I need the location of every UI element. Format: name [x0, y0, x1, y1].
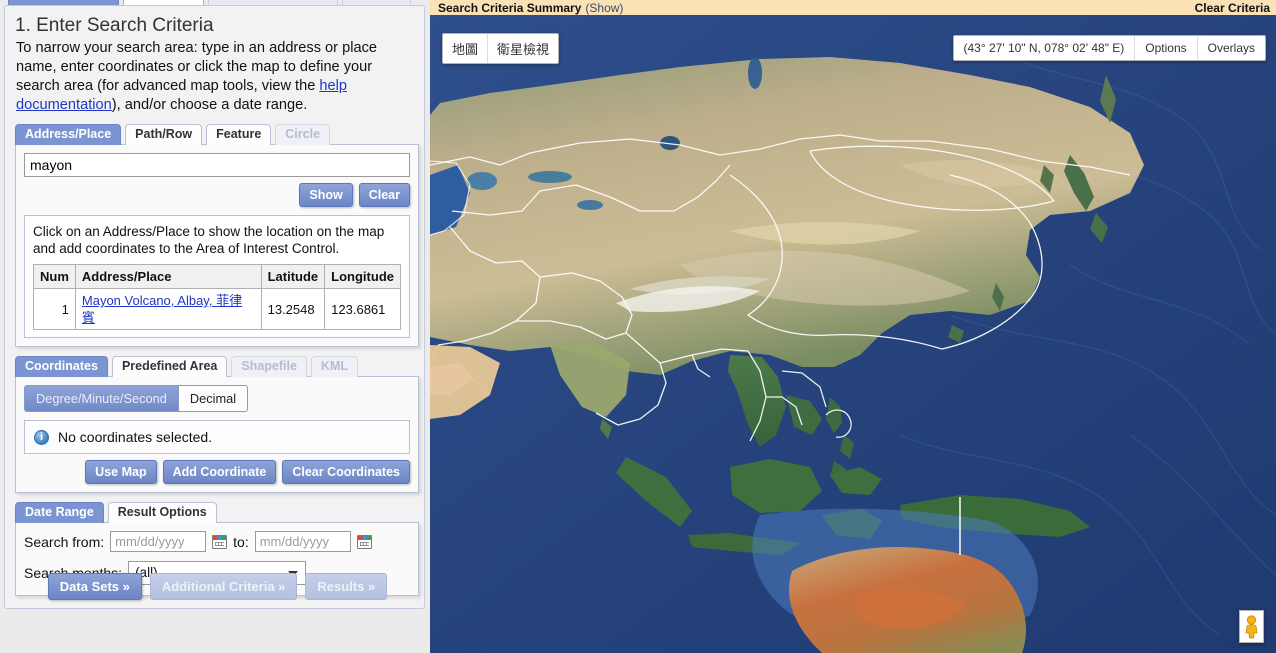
- cursor-coordinates-readout: (43° 27' 10" N, 078° 02' 48" E): [963, 41, 1125, 55]
- tab-path-row[interactable]: Path/Row: [125, 124, 203, 145]
- data-sets-next-button[interactable]: Data Sets »: [47, 573, 142, 600]
- map-area[interactable]: Search Criteria Summary (Show) Clear Cri…: [430, 0, 1276, 653]
- address-tab-body: Show Clear Click on an Address/Place to …: [15, 144, 419, 347]
- tab-circle: Circle: [275, 124, 331, 145]
- map-imagery: [430, 15, 1276, 653]
- search-from-input[interactable]: [110, 531, 207, 552]
- toggle-decimal[interactable]: Decimal: [178, 385, 249, 412]
- coordinate-status-text: No coordinates selected.: [58, 429, 213, 445]
- step-description: To narrow your search area: type in an a…: [16, 39, 416, 115]
- coordinate-format-toggle: Degree/Minute/Second Decimal: [24, 385, 410, 412]
- col-latitude: Latitude: [260, 264, 326, 289]
- show-button[interactable]: Show: [299, 183, 353, 207]
- search-from-label: Search from:: [24, 533, 105, 550]
- table-header-row: Num Address/Place Latitude Longitude: [33, 264, 401, 289]
- coordinate-status-box: i No coordinates selected.: [24, 420, 410, 454]
- aoi-tab-body: Degree/Minute/Second Decimal i No coordi…: [15, 376, 419, 493]
- cell-latitude: 13.2548: [260, 288, 326, 330]
- tab-kml: KML: [310, 356, 358, 377]
- step-description-part2: ), and/or choose a date range.: [111, 97, 308, 113]
- street-view-pegman-icon[interactable]: [1239, 610, 1264, 643]
- table-row[interactable]: 1 Mayon Volcano, Albay, 菲律賓 13.2548 123.…: [33, 288, 401, 330]
- address-place-widget: Address/Place Path/Row Feature Circle Sh…: [15, 124, 419, 347]
- criteria-summary-left: Search Criteria Summary (Show): [438, 1, 623, 15]
- col-longitude: Longitude: [324, 264, 401, 289]
- search-to-input[interactable]: [254, 531, 351, 552]
- date-range-row: Search from: to:: [24, 531, 410, 552]
- page-title: 1. Enter Search Criteria: [15, 15, 214, 36]
- tab-feature[interactable]: Feature: [206, 124, 272, 145]
- wizard-nav-row: Data Sets » Additional Criteria » Result…: [5, 573, 430, 600]
- use-map-button[interactable]: Use Map: [85, 460, 157, 484]
- map-type-roadmap-button[interactable]: 地圖: [443, 34, 487, 63]
- criteria-summary-show-link[interactable]: (Show): [585, 1, 623, 15]
- tab-result-options[interactable]: Result Options: [107, 502, 217, 523]
- address-button-row: Show Clear: [24, 183, 410, 207]
- tab-shapefile: Shapefile: [231, 356, 307, 377]
- map-options-button[interactable]: Options: [1134, 36, 1196, 60]
- add-coordinate-button[interactable]: Add Coordinate: [162, 460, 277, 484]
- aoi-widget: Coordinates Predefined Area Shapefile KM…: [15, 356, 419, 493]
- map-type-satellite-button[interactable]: 衛星檢視: [487, 34, 558, 63]
- tab-date-range[interactable]: Date Range: [15, 502, 104, 523]
- results-next-button: Results »: [305, 573, 388, 600]
- calendar-icon-to[interactable]: [356, 534, 372, 549]
- criteria-summary-title: Search Criteria Summary: [438, 0, 582, 15]
- date-tab-row: Date Range Result Options: [15, 502, 419, 523]
- map-overlays-button[interactable]: Overlays: [1196, 36, 1265, 60]
- map-type-control: 地圖 衛星檢視: [442, 33, 560, 64]
- cell-longitude: 123.6861: [324, 288, 401, 330]
- info-icon: i: [34, 429, 49, 445]
- search-criteria-summary-bar: Search Criteria Summary (Show) Clear Cri…: [430, 0, 1276, 15]
- eros-earthexplorer-app: Search Criteria Data Sets Additional Cri…: [0, 0, 1276, 653]
- satellite-map-canvas[interactable]: [430, 15, 1276, 653]
- toggle-degree-minute-second[interactable]: Degree/Minute/Second: [24, 385, 179, 412]
- address-search-input[interactable]: [24, 153, 410, 177]
- tab-coordinates[interactable]: Coordinates: [15, 356, 108, 377]
- calendar-icon-from[interactable]: [212, 534, 228, 549]
- cell-place: Mayon Volcano, Albay, 菲律賓: [74, 288, 262, 330]
- address-results-hint: Click on an Address/Place to show the lo…: [33, 224, 385, 256]
- criteria-container: 1. Enter Search Criteria To narrow your …: [4, 5, 425, 609]
- additional-criteria-next-button: Additional Criteria »: [149, 573, 298, 600]
- clear-button[interactable]: Clear: [358, 183, 410, 207]
- aoi-tab-row: Coordinates Predefined Area Shapefile KM…: [15, 356, 419, 377]
- col-num: Num: [33, 264, 76, 289]
- address-results-table: Num Address/Place Latitude Longitude 1 M…: [33, 264, 401, 330]
- search-criteria-panel: Search Criteria Data Sets Additional Cri…: [0, 0, 430, 653]
- tab-predefined-area[interactable]: Predefined Area: [111, 356, 228, 377]
- address-place-link[interactable]: Mayon Volcano, Albay, 菲律賓: [82, 293, 242, 325]
- search-to-label: to:: [233, 533, 249, 550]
- pegman-figure: [1245, 614, 1258, 638]
- clear-coordinates-button[interactable]: Clear Coordinates: [282, 460, 410, 484]
- map-top-right-control: (43° 27' 10" N, 078° 02' 48" E) Options …: [952, 35, 1266, 61]
- coordinate-button-row: Use Map Add Coordinate Clear Coordinates: [24, 460, 410, 484]
- tab-address-place[interactable]: Address/Place: [15, 124, 122, 145]
- col-address-place: Address/Place: [74, 264, 262, 289]
- address-results-box: Click on an Address/Place to show the lo…: [24, 215, 410, 338]
- cell-num: 1: [33, 288, 76, 330]
- address-tab-row: Address/Place Path/Row Feature Circle: [15, 124, 419, 145]
- clear-criteria-link[interactable]: Clear Criteria: [1195, 1, 1270, 15]
